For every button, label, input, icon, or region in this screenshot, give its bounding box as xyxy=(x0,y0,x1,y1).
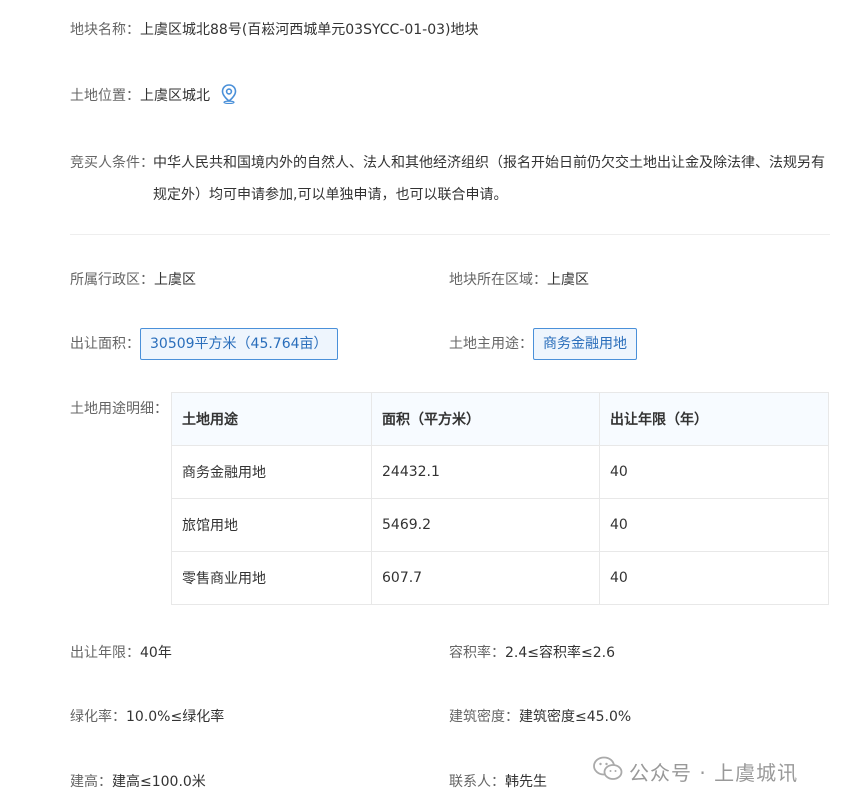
table-row: 商务金融用地 24432.1 40 xyxy=(171,445,829,499)
density-row: 建筑密度：建筑密度≤45.0% xyxy=(449,707,631,727)
height-value: 建高≤100.0米 xyxy=(112,774,206,790)
map-pin-icon[interactable] xyxy=(220,84,238,110)
green-label: 绿化率： xyxy=(70,709,126,725)
plot-name-value: 上虞区城北88号(百崧河西城单元03SYCC-01-03)地块 xyxy=(140,22,479,38)
term-label: 出让年限： xyxy=(70,645,140,661)
location-label: 土地位置： xyxy=(70,88,140,104)
term-row: 出让年限：40年 xyxy=(70,643,172,663)
table-cell: 607.7 xyxy=(371,551,600,605)
admin-label: 所属行政区： xyxy=(70,272,154,288)
area-label: 出让面积： xyxy=(70,336,140,352)
contact-row: 联系人：韩先生 xyxy=(449,772,547,792)
far-label: 容积率： xyxy=(449,645,505,661)
bidder-condition: 竞买人条件： 中华人民共和国境内外的自然人、法人和其他经济组织（报名开始日前仍欠… xyxy=(70,147,832,211)
admin-row: 所属行政区：上虞区 xyxy=(70,270,196,290)
region-value: 上虞区 xyxy=(547,272,589,288)
main-use-row: 土地主用途： 商务金融用地 xyxy=(449,328,637,360)
table-header: 面积（平方米） xyxy=(371,392,600,446)
condition-value: 中华人民共和国境内外的自然人、法人和其他经济组织（报名开始日前仍欠交土地出让金及… xyxy=(153,155,825,203)
area-row: 出让面积： 30509平方米（45.764亩） xyxy=(70,328,338,360)
plot-name-row: 地块名称：上虞区城北88号(百崧河西城单元03SYCC-01-03)地块 xyxy=(70,20,479,40)
table-cell: 40 xyxy=(599,445,829,499)
far-value: 2.4≤容积率≤2.6 xyxy=(505,645,615,661)
condition-label: 竞买人条件： xyxy=(70,155,154,171)
region-row: 地块所在区域：上虞区 xyxy=(449,270,589,290)
table-cell: 24432.1 xyxy=(371,445,600,499)
table-header: 出让年限（年） xyxy=(599,392,829,446)
far-row: 容积率：2.4≤容积率≤2.6 xyxy=(449,643,615,663)
height-row: 建高：建高≤100.0米 xyxy=(70,772,206,792)
location-value: 上虞区城北 xyxy=(140,88,210,104)
location-row: 土地位置：上虞区城北 xyxy=(70,84,238,110)
admin-value: 上虞区 xyxy=(154,272,196,288)
table-header-row: 土地用途 面积（平方米） 出让年限（年） xyxy=(171,392,829,446)
table-cell: 商务金融用地 xyxy=(171,445,372,499)
table-header: 土地用途 xyxy=(171,392,372,446)
plot-name-label: 地块名称： xyxy=(70,22,140,38)
table-cell: 零售商业用地 xyxy=(171,551,372,605)
main-use-tag: 商务金融用地 xyxy=(533,328,637,360)
wechat-icon xyxy=(593,756,623,787)
watermark-text: 公众号 · 上虞城讯 xyxy=(629,760,799,785)
watermark: 公众号 · 上虞城讯 xyxy=(593,756,798,786)
height-label: 建高： xyxy=(70,774,112,790)
green-row: 绿化率：10.0%≤绿化率 xyxy=(70,707,224,727)
table-row: 旅馆用地 5469.2 40 xyxy=(171,498,829,552)
region-label: 地块所在区域： xyxy=(449,272,547,288)
main-use-label: 土地主用途： xyxy=(449,336,533,352)
contact-label: 联系人： xyxy=(449,774,505,790)
term-value: 40年 xyxy=(140,645,172,661)
density-value: 建筑密度≤45.0% xyxy=(519,709,632,725)
section-divider xyxy=(70,234,830,235)
table-cell: 40 xyxy=(599,551,829,605)
density-label: 建筑密度： xyxy=(449,709,519,725)
land-use-table: 土地用途 面积（平方米） 出让年限（年） 商务金融用地 24432.1 40 旅… xyxy=(171,392,829,605)
table-row: 零售商业用地 607.7 40 xyxy=(171,551,829,605)
area-tag: 30509平方米（45.764亩） xyxy=(140,328,338,360)
green-value: 10.0%≤绿化率 xyxy=(126,709,225,725)
table-cell: 旅馆用地 xyxy=(171,498,372,552)
contact-value: 韩先生 xyxy=(505,774,547,790)
table-cell: 40 xyxy=(599,498,829,552)
land-use-detail-label: 土地用途明细： xyxy=(70,401,168,417)
table-cell: 5469.2 xyxy=(371,498,600,552)
